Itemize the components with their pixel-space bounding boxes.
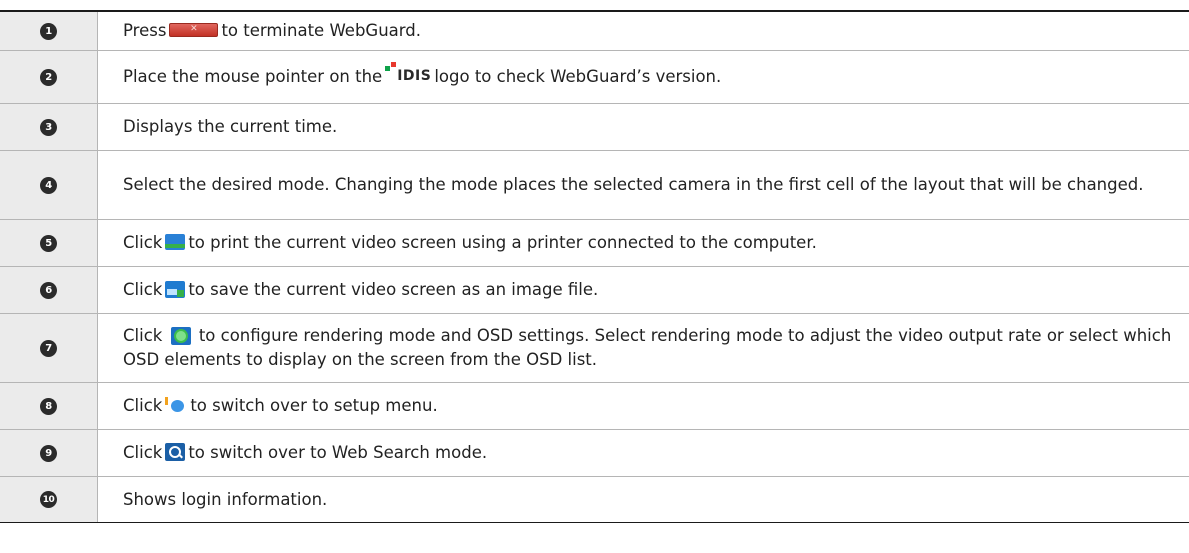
number-cell: 7 xyxy=(0,314,98,382)
description-text: Press xyxy=(123,21,167,40)
description-cell: Shows login information. xyxy=(98,477,1189,522)
description-text: Select the desired mode. Changing the mo… xyxy=(123,175,1144,194)
number-badge: 5 xyxy=(40,234,57,252)
table-row: 5 Click to print the current video scree… xyxy=(0,220,1189,267)
search-icon xyxy=(165,443,186,461)
number-badge: 7 xyxy=(40,339,57,357)
number-cell: 2 xyxy=(0,51,98,103)
table-row: 4 Select the desired mode. Changing the … xyxy=(0,151,1189,220)
description-text: to configure rendering mode and OSD sett… xyxy=(123,326,1172,369)
description-text: to switch over to Web Search mode. xyxy=(188,443,488,462)
description-text: Place the mouse pointer on the xyxy=(123,67,383,86)
description-table: 1 Press ✕ to terminate WebGuard. 2 Place… xyxy=(0,10,1189,523)
description-text: logo to check WebGuard’s version. xyxy=(434,67,722,86)
description-text: to print the current video screen using … xyxy=(188,233,817,252)
description-cell: Click to switch over to setup menu. xyxy=(98,383,1189,429)
description-text: Click xyxy=(123,280,163,299)
description-text: to save the current video screen as an i… xyxy=(188,280,599,299)
table-row: 3 Displays the current time. xyxy=(0,104,1189,151)
description-text: Shows login information. xyxy=(123,489,328,509)
description-cell: Displays the current time. xyxy=(98,104,1189,150)
number-cell: 4 xyxy=(0,151,98,219)
number-badge: 4 xyxy=(40,176,57,194)
number-badge: 2 xyxy=(40,68,57,86)
description-cell: Place the mouse pointer on the IDIS logo… xyxy=(98,51,1189,103)
number-cell: 6 xyxy=(0,267,98,313)
description-text: to terminate WebGuard. xyxy=(221,21,421,40)
description-text: Click xyxy=(123,396,163,415)
number-badge: 9 xyxy=(40,444,57,462)
print-icon xyxy=(165,234,186,250)
description-cell: Click to configure rendering mode and OS… xyxy=(98,314,1189,382)
table-row: 9 Click to switch over to Web Search mod… xyxy=(0,430,1189,477)
number-badge: 3 xyxy=(40,118,57,136)
description-cell: Click to save the current video screen a… xyxy=(98,267,1189,313)
number-badge: 6 xyxy=(40,281,57,299)
table-row: 2 Place the mouse pointer on the IDIS lo… xyxy=(0,51,1189,104)
number-cell: 10 xyxy=(0,477,98,522)
description-text: Click xyxy=(123,233,163,252)
number-cell: 3 xyxy=(0,104,98,150)
number-cell: 1 xyxy=(0,12,98,50)
number-cell: 5 xyxy=(0,220,98,266)
number-cell: 8 xyxy=(0,383,98,429)
table-row: 8 Click to switch over to setup menu. xyxy=(0,383,1189,430)
number-badge: 8 xyxy=(40,397,57,415)
description-text: Click xyxy=(123,443,163,462)
description-text: to switch over to setup menu. xyxy=(190,396,438,415)
description-cell: Select the desired mode. Changing the mo… xyxy=(98,151,1189,219)
table-row: 10 Shows login information. xyxy=(0,477,1189,523)
table-row: 7 Click to configure rendering mode and … xyxy=(0,314,1189,383)
save-image-icon xyxy=(165,280,186,298)
description-cell: Click to switch over to Web Search mode. xyxy=(98,430,1189,476)
number-badge: 10 xyxy=(40,491,57,508)
settings-icon xyxy=(170,326,191,345)
close-button-icon: ✕ xyxy=(169,23,219,37)
description-cell: Press ✕ to terminate WebGuard. xyxy=(98,12,1189,50)
description-cell: Click to print the current video screen … xyxy=(98,220,1189,266)
number-cell: 9 xyxy=(0,430,98,476)
table-row: 6 Click to save the current video screen… xyxy=(0,267,1189,314)
idis-logo-icon: IDIS xyxy=(385,62,431,88)
table-row: 1 Press ✕ to terminate WebGuard. xyxy=(0,12,1189,51)
description-text: Click xyxy=(123,326,163,345)
number-badge: 1 xyxy=(40,22,57,40)
description-text: Displays the current time. xyxy=(123,117,338,136)
setup-menu-icon xyxy=(165,396,187,414)
